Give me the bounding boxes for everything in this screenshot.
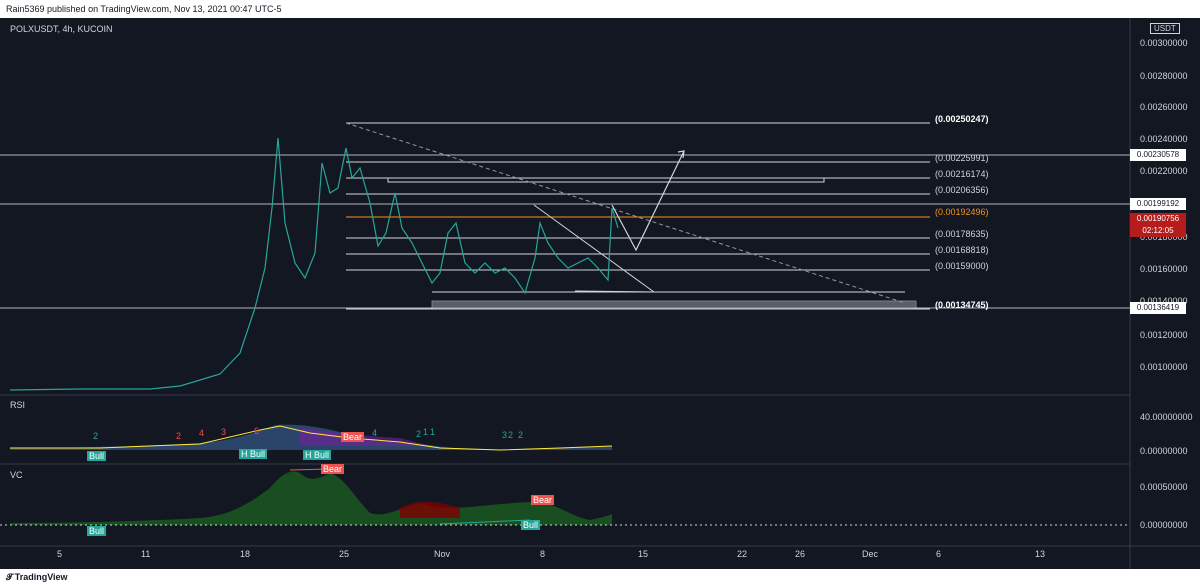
time-tick: 11	[141, 549, 151, 559]
rsi-number: 2	[176, 431, 182, 441]
time-tick: Nov	[434, 549, 451, 559]
rsi-label[interactable]: RSI	[10, 400, 25, 410]
fib-label-2: (0.00225991)	[935, 153, 989, 163]
rsi-number: 2	[508, 430, 514, 440]
vc-bear-tag-1: Bear	[321, 464, 345, 474]
rsi-number: 4	[372, 428, 378, 438]
vc-bull-tag-2: Bull	[521, 520, 541, 530]
fib-label-9: (0.00134745)	[935, 300, 989, 310]
price-tick: 0.00220000	[1140, 166, 1188, 176]
dashed-trendline[interactable]	[345, 122, 906, 304]
fib-label-8: (0.00159000)	[935, 261, 989, 271]
rsi-hbull-tag-1: H Bull	[239, 449, 268, 459]
time-tick: 25	[339, 549, 350, 559]
support-zone[interactable]	[431, 300, 917, 310]
price-tick: 0.00260000	[1140, 102, 1188, 112]
published-header: Rain5369 published on TradingView.com, N…	[0, 0, 1200, 18]
current-price-tag: 0.00190756	[1130, 213, 1186, 225]
fib-label-5: (0.00192496)	[935, 207, 989, 217]
time-tick: 8	[540, 549, 546, 559]
price-tick: 0.00300000	[1140, 38, 1188, 48]
rsi-number: 1	[430, 427, 436, 437]
rsi-number: 2	[416, 429, 422, 439]
vc-axis-top: 0.00050000	[1140, 482, 1188, 492]
rsi-axis-zero: 0.00000000	[1140, 446, 1188, 456]
tradingview-footer: 𝓣 TradingView	[0, 569, 1200, 585]
time-tick: 5	[57, 549, 63, 559]
price-tick: 0.00160000	[1140, 264, 1188, 274]
price-tick: 0.00120000	[1140, 330, 1188, 340]
rsi-number: 2	[93, 431, 99, 441]
vc-bear-tag-2: Bear	[531, 495, 555, 505]
fib-label-3: (0.00216174)	[935, 169, 989, 179]
time-tick: 6	[936, 549, 942, 559]
rsi-bull-tag: Bull	[87, 451, 107, 461]
time-tick: 22	[737, 549, 748, 559]
vc-label[interactable]: VC	[10, 470, 23, 480]
time-tick: 13	[1035, 549, 1046, 559]
price-tag-level-2: 0.00199192	[1130, 198, 1186, 210]
rsi-hbull-tag-2: H Bull	[303, 450, 332, 460]
fib-label-4: (0.00206356)	[935, 185, 989, 195]
price-tick: 0.00280000	[1140, 71, 1188, 81]
rsi-axis-top: 40.00000000	[1140, 412, 1193, 422]
price-series[interactable]	[9, 137, 619, 391]
price-tag-level-1: 0.00230578	[1130, 149, 1186, 161]
vc-green-area	[10, 471, 612, 525]
vc-bull-tag-1: Bull	[87, 526, 107, 536]
price-tick: 0.00100000	[1140, 362, 1188, 372]
vc-axis-zero: 0.00000000	[1140, 520, 1188, 530]
rsi-number: 2	[518, 430, 524, 440]
price-tick: 0.00240000	[1140, 134, 1188, 144]
rsi-number: 1	[423, 427, 429, 437]
published-text: Rain5369 published on TradingView.com, N…	[6, 4, 282, 14]
time-tick: Dec	[862, 549, 879, 559]
time-tick: 15	[638, 549, 649, 559]
time-tick: 26	[795, 549, 806, 559]
tradingview-logo-text: TradingView	[14, 572, 68, 582]
rsi-bear-tag: Bear	[341, 432, 365, 442]
fib-label-1: (0.00250247)	[935, 114, 989, 124]
rsi-number: 3	[502, 430, 508, 440]
fib-label-7: (0.00168818)	[935, 245, 989, 255]
price-tag-level-3: 0.00136419	[1130, 302, 1186, 314]
vc-red-area	[400, 501, 460, 518]
fib-label-6: (0.00178635)	[935, 229, 989, 239]
time-tick: 18	[240, 549, 251, 559]
chart-area[interactable]: POLXUSDT, 4h, KUCOIN USDT 0.00300000 0.0…	[0, 18, 1200, 569]
countdown-tag: 02:12:05	[1130, 225, 1186, 237]
projection-path[interactable]	[611, 150, 685, 252]
chart-svg[interactable]	[0, 18, 1200, 569]
rsi-number: 3	[221, 427, 227, 437]
tradingview-logo-icon: 𝓣 TradingView	[6, 572, 68, 582]
rsi-number: 4	[199, 428, 205, 438]
rsi-number: 6	[254, 426, 260, 436]
resistance-zone[interactable]	[387, 177, 825, 183]
